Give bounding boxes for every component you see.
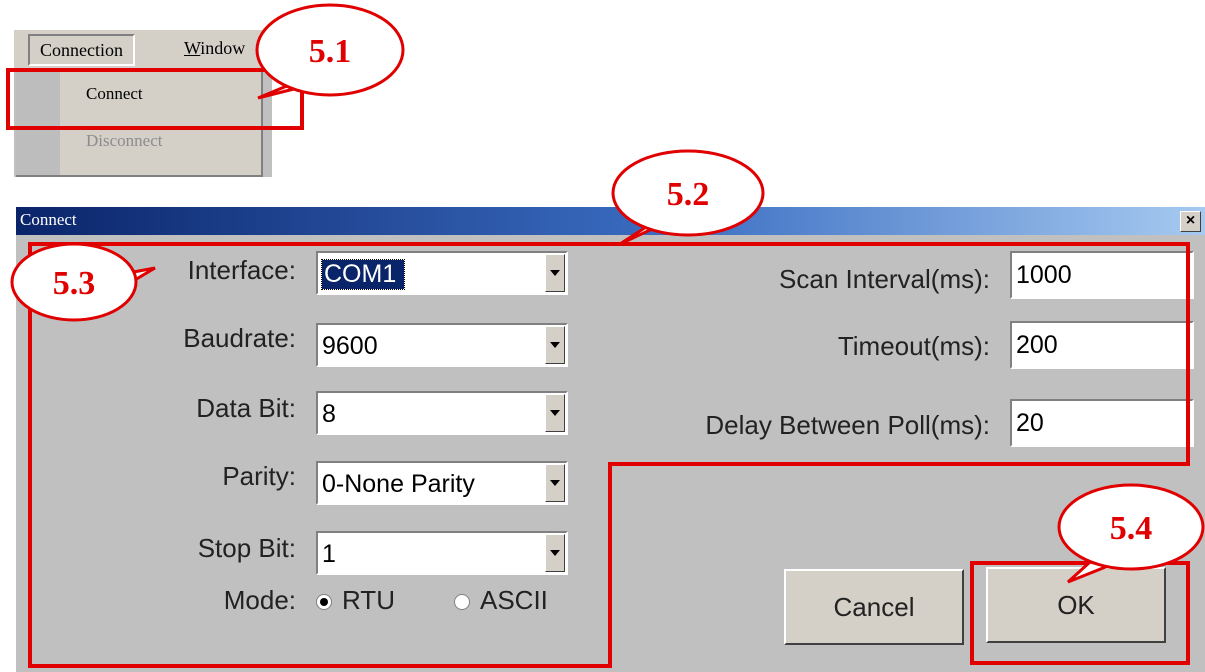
callout-label-5-1: 5.1: [309, 33, 352, 70]
callout-box-5-1: [6, 68, 304, 130]
callout-label-5-3: 5.3: [53, 265, 96, 302]
callout-box-5-2: [28, 242, 1190, 668]
annotation-layer: 5.1 5.2 5.3 5.4: [6, 3, 1205, 668]
callout-label-5-4: 5.4: [1110, 510, 1153, 547]
callout-label-5-2: 5.2: [667, 176, 710, 213]
